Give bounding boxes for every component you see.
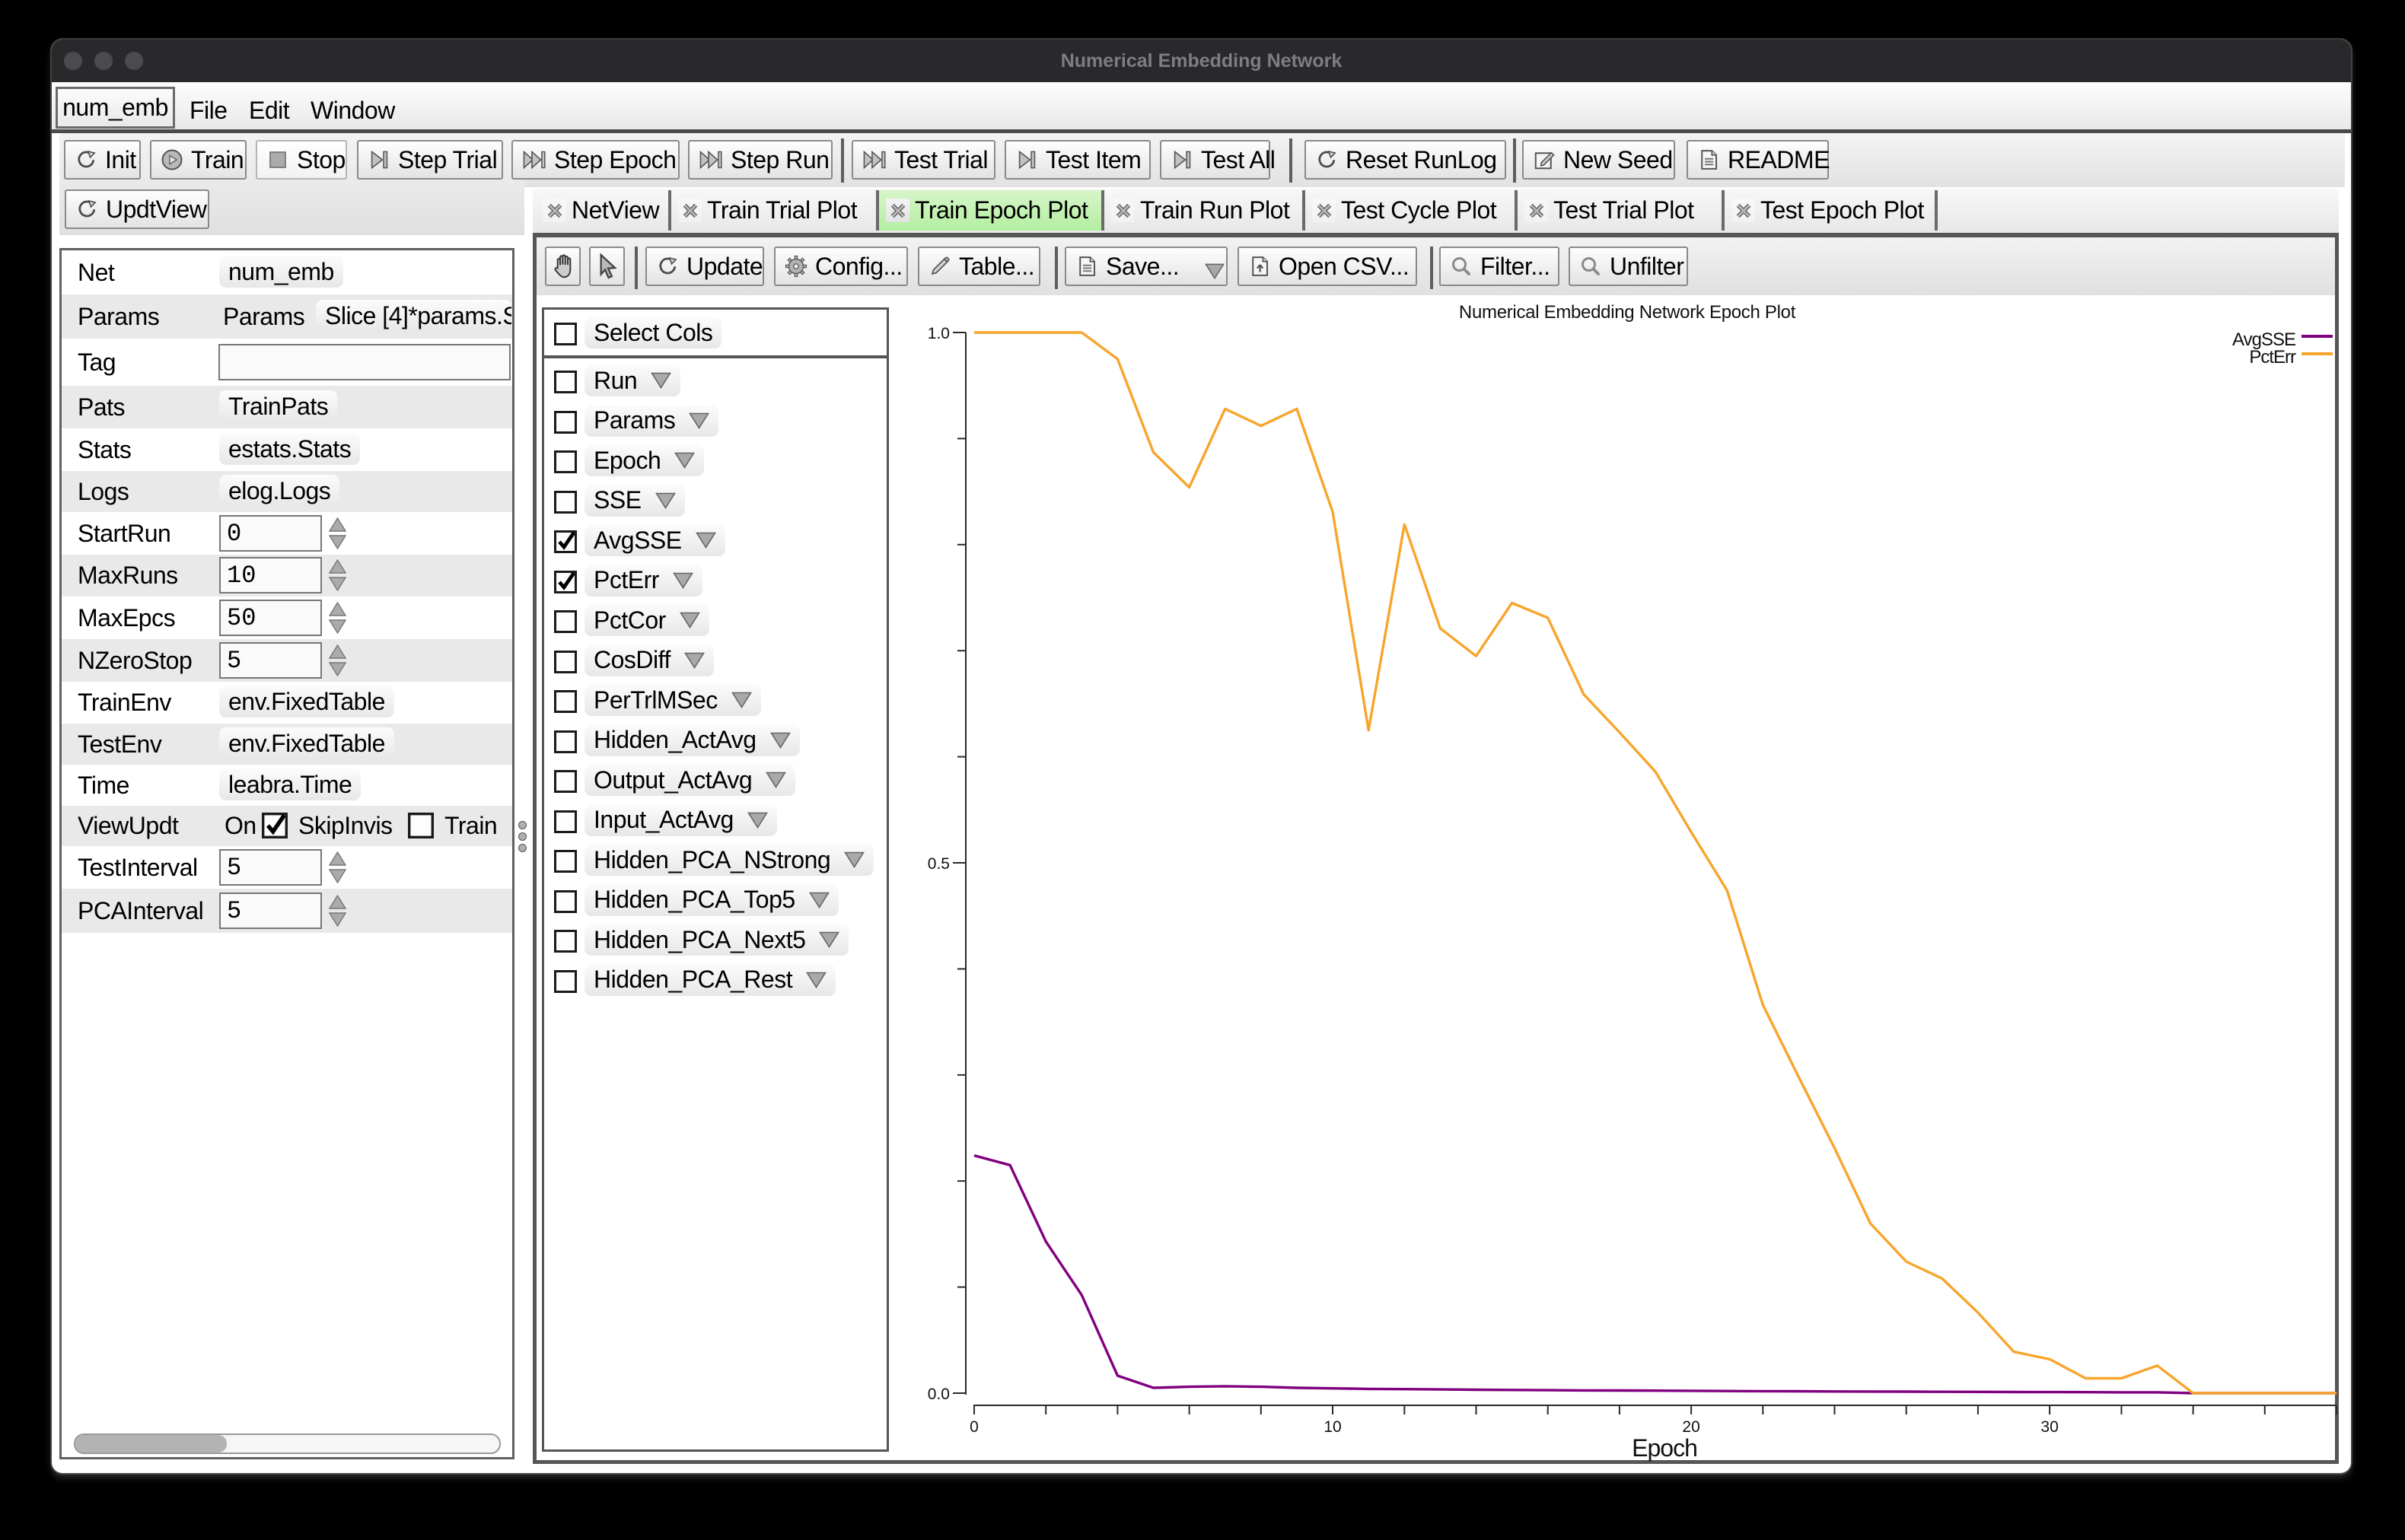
- svg-text:Numerical Embedding Network Ep: Numerical Embedding Network Epoch Plot: [1459, 302, 1796, 323]
- svg-text:0.0: 0.0: [928, 1386, 950, 1403]
- svg-text:0.5: 0.5: [928, 855, 950, 873]
- svg-text:1.0: 1.0: [928, 325, 950, 342]
- svg-text:0: 0: [970, 1418, 979, 1436]
- svg-text:PctErr: PctErr: [2249, 347, 2296, 368]
- svg-text:30: 30: [2040, 1418, 2058, 1436]
- svg-text:10: 10: [1324, 1418, 1341, 1436]
- svg-text:Epoch: Epoch: [1632, 1434, 1697, 1462]
- svg-text:20: 20: [1682, 1418, 1699, 1436]
